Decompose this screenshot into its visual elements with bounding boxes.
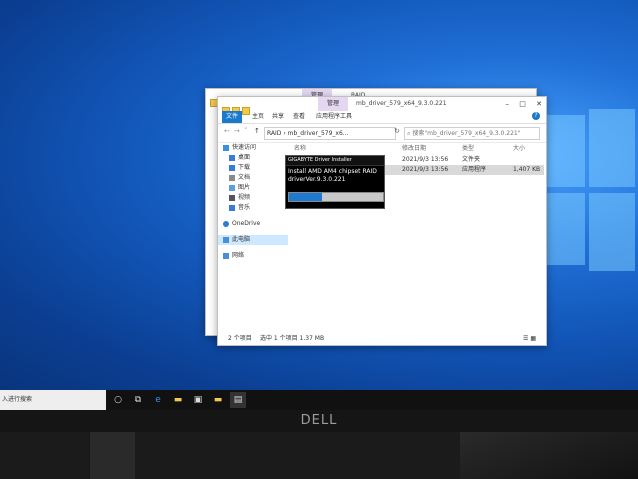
network-icon (223, 253, 229, 259)
ribbon-tabs: 文件 主页 共享 查看 应用程序工具 ? (218, 111, 546, 124)
monitor-stand (90, 432, 135, 479)
col-name[interactable]: 名称 (294, 143, 306, 152)
task-view-icon[interactable]: ⧉ (130, 392, 146, 408)
tab-home[interactable]: 主页 (252, 111, 264, 123)
nav-label: OneDrive (232, 220, 261, 227)
picture-icon (229, 185, 235, 191)
explorer-window[interactable]: 管理 mb_driver_579_x64_9.3.0.221 – □ ✕ 文件 … (217, 96, 547, 346)
col-date[interactable]: 修改日期 (402, 143, 426, 152)
dialog-line-2: driverVer.9.3.0.221 (288, 176, 346, 183)
col-type[interactable]: 类型 (462, 143, 474, 152)
video-icon (229, 195, 235, 201)
nav-downloads[interactable]: 下载 (218, 163, 288, 173)
nav-onedrive[interactable]: OneDrive (218, 219, 288, 229)
computer-icon (223, 237, 229, 243)
address-row: ← → ˅ ↑ RAID › mb_driver_579_x6... ↻ ⌕ 搜索… (218, 124, 546, 143)
nav-desktop[interactable]: 桌面 (218, 153, 288, 163)
windows-logo-wallpaper (545, 109, 635, 275)
tab-file[interactable]: 文件 (222, 111, 242, 123)
address-bar[interactable]: RAID › mb_driver_579_x6... (264, 127, 396, 140)
star-icon (223, 145, 229, 151)
nav-network[interactable]: 网络 (218, 251, 288, 261)
maximize-button[interactable]: □ (519, 100, 526, 108)
tab-share[interactable]: 共享 (272, 111, 284, 123)
progress-bar (288, 192, 384, 202)
taskbar: 入进行搜索 ○ ⧉ e ▬ ▣ ▬ ▤ (0, 390, 638, 410)
window-title: mb_driver_579_x64_9.3.0.221 (356, 100, 447, 107)
recent-dropdown-icon[interactable]: ˅ (244, 127, 248, 135)
manage-tab[interactable]: 管理 (318, 97, 348, 111)
dialog-title: GIGABYTE Driver Installer (286, 156, 384, 166)
back-arrow-icon[interactable]: ← (224, 127, 230, 135)
document-icon (229, 175, 235, 181)
row-date: 2021/9/3 13:56 (402, 166, 449, 173)
search-input[interactable]: ⌕ 搜索"mb_driver_579_x64_9.3.0.221" (404, 127, 540, 140)
dialog-line-1: Install AMD AM4 chipset RAID (288, 168, 377, 175)
column-headers: 名称 修改日期 类型 大小 (294, 143, 544, 155)
help-icon[interactable]: ? (532, 112, 540, 120)
up-arrow-icon[interactable]: ↑ (254, 127, 260, 135)
nav-music[interactable]: 音乐 (218, 203, 288, 213)
details-view-icon[interactable]: ☰ ▦ (523, 333, 536, 345)
cloud-icon (223, 221, 229, 227)
file-explorer-icon[interactable]: ▬ (170, 392, 186, 408)
quick-access-toolbar (222, 100, 252, 115)
forward-arrow-icon[interactable]: → (234, 127, 240, 135)
nav-this-pc[interactable]: 此电脑 (218, 235, 288, 245)
row-date: 2021/9/3 13:56 (402, 156, 449, 163)
status-bar: 2 个项目 选中 1 个项目 1.37 MB ☰ ▦ (218, 333, 546, 345)
nav-label: 网络 (232, 252, 245, 259)
search-placeholder: 搜索"mb_driver_579_x64_9.3.0.221" (412, 130, 521, 137)
tab-view[interactable]: 查看 (293, 111, 305, 123)
row-type: 文件夹 (462, 156, 481, 163)
titlebar: 管理 mb_driver_579_x64_9.3.0.221 – □ ✕ (218, 97, 546, 115)
nav-quick-access[interactable]: 快速访问 (218, 143, 288, 153)
nav-label: 音乐 (238, 204, 251, 211)
music-icon (229, 205, 235, 211)
installer-taskbar-icon[interactable]: ▤ (230, 392, 246, 408)
installer-dialog: GIGABYTE Driver Installer Install AMD AM… (285, 155, 385, 209)
close-button[interactable]: ✕ (536, 100, 542, 108)
download-icon (229, 165, 235, 171)
desktop-screen: 管理 RAID 管理 mb_driver_579_x64_9.3.0.221 –… (0, 0, 638, 390)
folder-icon[interactable]: ▬ (210, 392, 226, 408)
search-icon: ⌕ (407, 130, 411, 137)
nav-label: 下载 (238, 164, 251, 171)
window-controls: – □ ✕ (498, 97, 542, 111)
navigation-pane: 快速访问 桌面 下载 文档 图片 视频 音乐 OneDrive 此电脑 网络 (218, 143, 288, 333)
refresh-icon[interactable]: ↻ (394, 127, 400, 135)
row-size: 1,407 KB (513, 166, 541, 173)
row-type: 应用程序 (462, 166, 487, 173)
desktop-icon (229, 155, 235, 161)
cable (460, 432, 638, 479)
minimize-button[interactable]: – (506, 100, 510, 108)
store-icon[interactable]: ▣ (190, 392, 206, 408)
status-selected: 选中 1 个项目 1.37 MB (260, 335, 325, 342)
edge-icon[interactable]: e (150, 392, 166, 408)
nav-label: 快速访问 (232, 144, 257, 151)
nav-label: 文档 (238, 174, 251, 181)
nav-label: 图片 (238, 184, 251, 191)
dell-logo: DELL (300, 413, 338, 428)
nav-label: 视频 (238, 194, 251, 201)
monitor: 管理 RAID 管理 mb_driver_579_x64_9.3.0.221 –… (0, 0, 638, 479)
cortana-icon[interactable]: ○ (110, 392, 126, 408)
nav-videos[interactable]: 视频 (218, 193, 288, 203)
nav-pictures[interactable]: 图片 (218, 183, 288, 193)
nav-label: 桌面 (238, 154, 251, 161)
nav-documents[interactable]: 文档 (218, 173, 288, 183)
taskbar-search[interactable]: 入进行搜索 (0, 390, 106, 410)
col-size[interactable]: 大小 (513, 143, 525, 152)
dialog-message: Install AMD AM4 chipset RAID driverVer.9… (286, 166, 384, 186)
nav-label: 此电脑 (232, 236, 251, 243)
progress-fill (289, 193, 322, 201)
status-count: 2 个项目 (228, 335, 252, 342)
tab-app-tools[interactable]: 应用程序工具 (316, 111, 352, 123)
monitor-bezel: DELL (0, 410, 638, 432)
